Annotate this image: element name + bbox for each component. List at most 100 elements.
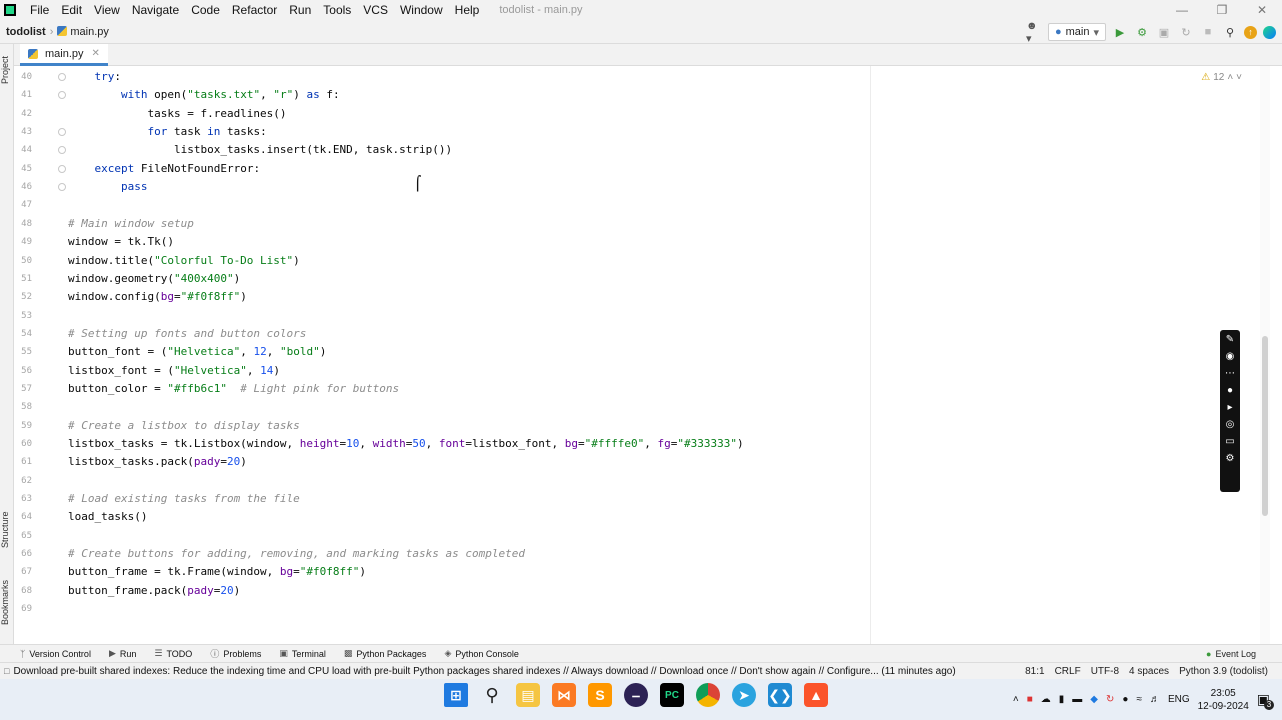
code-line[interactable]: except FileNotFoundError: [68, 160, 261, 178]
clock[interactable]: 23:05 12-09-2024 [1198, 687, 1249, 713]
code-line[interactable]: button_frame.pack(pady=20) [68, 582, 240, 600]
microphone-icon[interactable]: ● [1227, 384, 1233, 398]
pycharm-icon[interactable]: PC [660, 683, 684, 707]
menu-navigate[interactable]: Navigate [126, 3, 185, 17]
menu-tools[interactable]: Tools [317, 3, 357, 17]
settings-icon[interactable]: ⚙ [1226, 452, 1235, 466]
menu-window[interactable]: Window [394, 3, 449, 17]
todo-tool[interactable]: ☰ TODO [154, 648, 192, 659]
code-line[interactable]: listbox_font = ("Helvetica", 14) [68, 362, 280, 380]
fold-marker-icon[interactable] [58, 146, 66, 155]
maximize-icon[interactable]: ❐ [1202, 0, 1242, 20]
volume-icon[interactable]: ♬ [1150, 694, 1160, 705]
speaker-icon[interactable]: ▸ [1227, 401, 1232, 415]
code-line[interactable]: # Setting up fonts and button colors [68, 325, 306, 343]
python-console-tool[interactable]: ◈ Python Console [444, 648, 518, 659]
python-packages-tool[interactable]: ▩ Python Packages [344, 648, 427, 659]
chevron-up-icon[interactable]: ˄ [1227, 72, 1233, 83]
menu-file[interactable]: File [24, 3, 55, 17]
menu-view[interactable]: View [88, 3, 126, 17]
code-line[interactable]: window.config(bg="#f0f8ff") [68, 288, 247, 306]
jetbrains-icon[interactable] [1263, 25, 1276, 39]
structure-tool-tab[interactable]: Structure [0, 506, 14, 554]
python-interpreter[interactable]: Python 3.9 (todolist) [1179, 666, 1268, 677]
defender-icon[interactable]: ◆ [1090, 694, 1098, 705]
caret-position[interactable]: 81:1 [1025, 666, 1044, 677]
project-tool-tab[interactable]: Project [0, 50, 14, 90]
debug-icon[interactable]: ⚙ [1134, 24, 1150, 40]
scrollbar-thumb[interactable] [1262, 336, 1268, 516]
code-line[interactable]: window.title("Colorful To-Do List") [68, 252, 300, 270]
coverage-icon[interactable]: ▣ [1156, 24, 1172, 40]
pen-icon[interactable]: ✎ [1226, 333, 1234, 347]
menu-vcs[interactable]: VCS [357, 3, 394, 17]
code-line[interactable]: listbox_tasks.pack(pady=20) [68, 453, 247, 471]
menu-code[interactable]: Code [185, 3, 226, 17]
run-tool[interactable]: ▶ Run [109, 648, 136, 659]
onedrive-icon[interactable]: ☁ [1041, 694, 1051, 705]
code-line[interactable]: with open("tasks.txt", "r") as f: [68, 86, 340, 104]
code-line[interactable]: button_frame = tk.Frame(window, bg="#f0f… [68, 563, 366, 581]
code-line[interactable]: button_color = "#ffb6c1" # Light pink fo… [68, 380, 399, 398]
chevron-down-icon[interactable]: ˅ [1236, 72, 1242, 83]
code-line[interactable]: tasks = f.readlines() [68, 105, 286, 123]
code-line[interactable]: listbox_tasks.insert(tk.END, task.strip(… [68, 141, 452, 159]
camera-icon[interactable]: ◉ [1226, 350, 1235, 364]
fold-marker-icon[interactable] [58, 164, 66, 173]
user-icon[interactable]: ☻▾ [1026, 20, 1042, 45]
fold-marker-icon[interactable] [58, 73, 66, 81]
stop-icon[interactable]: ■ [1200, 24, 1216, 40]
fold-marker-icon[interactable] [58, 183, 66, 192]
bookmarks-tool-tab[interactable]: Bookmarks [0, 574, 14, 630]
menu-run[interactable]: Run [283, 3, 317, 17]
search-icon[interactable]: ⚲ [480, 683, 504, 707]
run-icon[interactable]: ▶ [1112, 24, 1128, 40]
vscode-icon[interactable]: ❮❯ [768, 683, 792, 707]
terminal-tool[interactable]: ▣ Terminal [279, 648, 326, 659]
tab-main-py[interactable]: main.py ✕ [20, 44, 108, 66]
file-explorer-icon[interactable]: ▤ [516, 683, 540, 707]
search-icon[interactable]: ⚲ [1222, 24, 1238, 40]
code-line[interactable]: # Main window setup [68, 215, 194, 233]
breadcrumb-project[interactable]: todolist [0, 26, 46, 38]
breadcrumb-file[interactable]: main.py [57, 25, 109, 38]
line-separator[interactable]: CRLF [1055, 666, 1081, 677]
brave-icon[interactable]: ▲ [804, 683, 828, 707]
tray-overflow-icon[interactable]: ˄ [1013, 694, 1019, 705]
run-config-selector[interactable]: ● main ▾ [1047, 23, 1106, 41]
code-line[interactable]: load_tasks() [68, 508, 147, 526]
xampp-icon[interactable]: ⋈ [552, 683, 576, 707]
problems-tool[interactable]: ⓘ Problems [210, 647, 261, 660]
usb-icon[interactable]: ▬ [1072, 694, 1082, 705]
wifi-icon[interactable]: ≈ [1136, 694, 1142, 705]
code-line[interactable]: window = tk.Tk() [68, 233, 174, 251]
status-window-icon[interactable]: □ [0, 666, 9, 676]
code-line[interactable]: try: [68, 68, 122, 86]
close-icon[interactable]: ✕ [1242, 0, 1282, 20]
more-icon[interactable]: ⋯ [1225, 367, 1235, 381]
status-message[interactable]: Download pre-built shared indexes: Reduc… [9, 666, 955, 677]
tray-app-icon[interactable]: ■ [1027, 694, 1033, 705]
indent-setting[interactable]: 4 spaces [1129, 666, 1169, 677]
vertical-scrollbar[interactable] [1260, 66, 1270, 644]
eclipse-icon[interactable]: ⎯ [624, 683, 648, 707]
mic-icon[interactable]: ● [1122, 694, 1128, 705]
menu-edit[interactable]: Edit [55, 3, 88, 17]
windows-start-icon[interactable]: ⊞ [444, 683, 468, 707]
code-line[interactable]: window.geometry("400x400") [68, 270, 240, 288]
event-log-tool[interactable]: ● Event Log [1206, 645, 1256, 663]
profile-icon[interactable]: ↻ [1178, 24, 1194, 40]
menu-help[interactable]: Help [449, 3, 486, 17]
fold-marker-icon[interactable] [58, 128, 66, 137]
webcam-icon[interactable]: ◎ [1226, 418, 1235, 432]
code-line[interactable]: # Load existing tasks from the file [68, 490, 300, 508]
chrome-icon[interactable] [696, 683, 720, 707]
inspection-widget[interactable]: ⚠ 12 ˄ ˅ [1201, 72, 1242, 83]
file-encoding[interactable]: UTF-8 [1091, 666, 1119, 677]
code-line[interactable]: for task in tasks: [68, 123, 266, 141]
notification-icon[interactable]: ▣ 3 [1257, 691, 1274, 710]
version-control-tool[interactable]: ᛉ Version Control [20, 649, 91, 659]
sublime-text-icon[interactable]: S [588, 683, 612, 707]
code-line[interactable]: button_font = ("Helvetica", 12, "bold") [68, 343, 326, 361]
code-line[interactable]: # Create buttons for adding, removing, a… [68, 545, 525, 563]
